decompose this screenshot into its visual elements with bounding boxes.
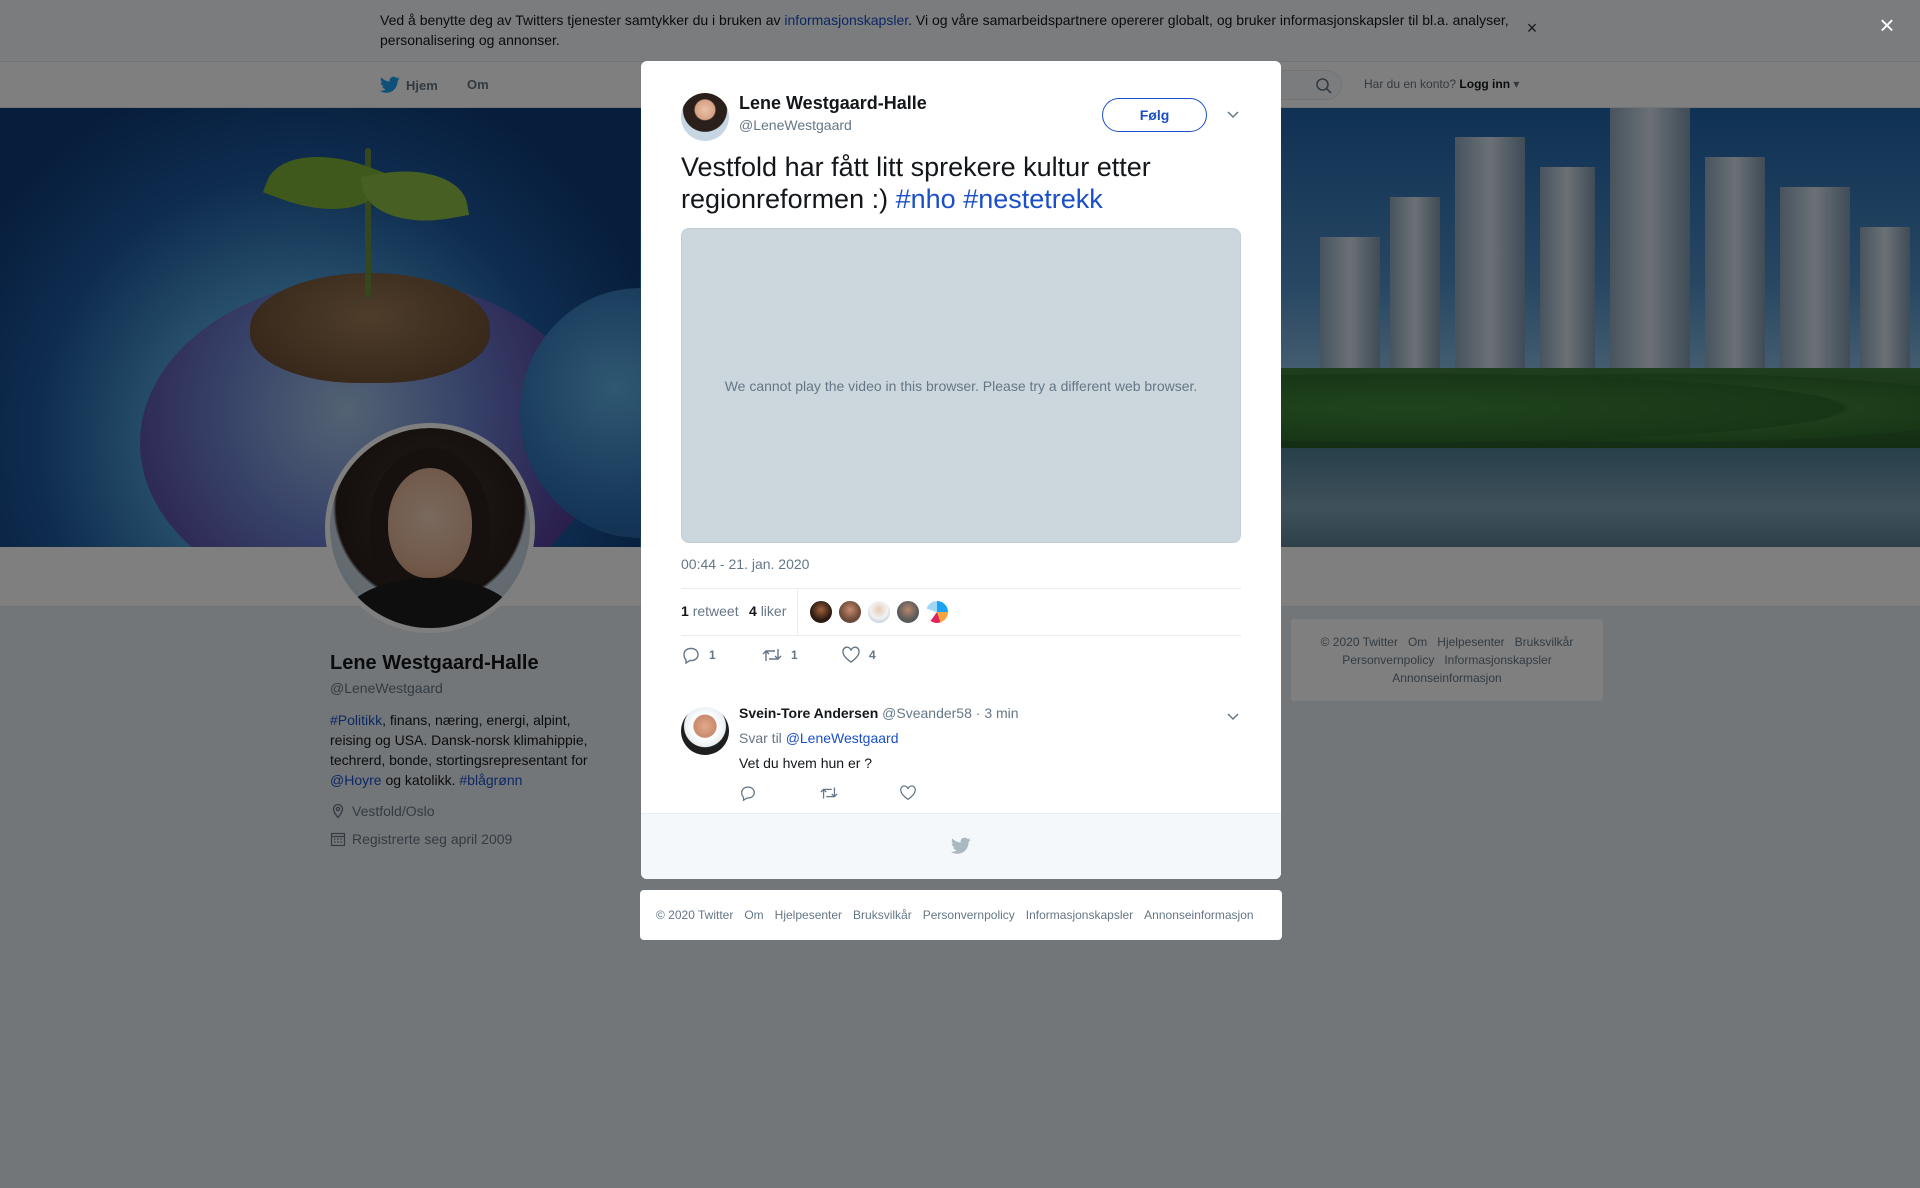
liker-avatar[interactable] <box>838 600 862 624</box>
liker-avatar[interactable] <box>896 600 920 624</box>
reply-author-avatar[interactable] <box>681 707 729 755</box>
like-button[interactable]: 4 <box>841 646 876 664</box>
twitter-bird-icon <box>951 837 971 854</box>
footer-link-ads[interactable]: Annonseinformasjon <box>1144 908 1253 922</box>
likes-stat-label: liker <box>760 603 787 619</box>
reply-to: Svar til @LeneWestgaard <box>739 730 899 746</box>
hashtag-link[interactable]: #nho <box>896 184 956 214</box>
likes-stat-count: 4 <box>749 603 757 619</box>
footer-link-help[interactable]: Hjelpesenter <box>775 908 842 922</box>
liker-avatar[interactable] <box>925 600 949 624</box>
footer-link-about[interactable]: Om <box>744 908 763 922</box>
footer-link-cookies[interactable]: Informasjonskapsler <box>1026 908 1133 922</box>
footer-link-privacy[interactable]: Personvernpolicy <box>923 908 1015 922</box>
tweet-author-handle[interactable]: @LeneWestgaard <box>739 117 852 133</box>
retweet-icon[interactable] <box>819 784 839 802</box>
reply-button[interactable]: 1 <box>681 646 716 664</box>
reply-author-name[interactable]: Svein-Tore Andersen <box>739 705 878 721</box>
retweets-stat[interactable]: 1 retweet <box>681 603 739 619</box>
modal-bottom-bar <box>641 813 1281 879</box>
likes-stat[interactable]: 4 liker <box>749 603 786 619</box>
retweet-button[interactable]: 1 <box>761 646 798 664</box>
reply-author-handle[interactable]: @Sveander58 <box>882 705 972 721</box>
tweet-author-name[interactable]: Lene Westgaard-Halle <box>739 93 927 114</box>
reply-tweet[interactable]: Svein-Tore Andersen @Sveander58 · 3 min … <box>641 693 1281 813</box>
video-player[interactable]: We cannot play the video in this browser… <box>681 228 1241 543</box>
reply-icon[interactable] <box>739 784 757 802</box>
heart-icon[interactable] <box>899 784 917 802</box>
video-error-message: We cannot play the video in this browser… <box>724 377 1198 394</box>
footer-link-terms[interactable]: Bruksvilkår <box>853 908 912 922</box>
like-count: 4 <box>869 648 876 662</box>
reply-icon <box>683 647 699 664</box>
reply-to-link[interactable]: @LeneWestgaard <box>786 730 899 746</box>
chevron-down-icon[interactable] <box>1224 707 1242 725</box>
retweet-count: 1 <box>791 648 798 662</box>
tweet-text: Vestfold har fått litt sprekere kultur e… <box>681 151 1241 215</box>
tweet-actions: 1 1 4 <box>681 646 1241 670</box>
tweet-stats: 1 retweet 4 liker <box>681 588 1241 636</box>
retweet-icon <box>762 649 782 661</box>
close-icon[interactable]: × <box>1874 12 1900 38</box>
modal-overlay[interactable]: × Lene Westgaard-Halle @LeneWestgaard Fø… <box>0 0 1920 1188</box>
liker-avatar[interactable] <box>809 600 833 624</box>
stats-divider <box>797 589 798 635</box>
footer-copyright: © 2020 Twitter <box>656 908 734 922</box>
reply-header: Svein-Tore Andersen @Sveander58 · 3 min <box>739 705 1019 721</box>
heart-icon <box>842 646 860 663</box>
tweet-timestamp[interactable]: 00:44 - 21. jan. 2020 <box>681 556 809 572</box>
reply-text: Vet du hvem hun er ? <box>739 755 873 771</box>
reply-time[interactable]: · 3 min <box>976 705 1019 721</box>
chevron-down-icon[interactable] <box>1224 105 1242 123</box>
hashtag-link[interactable]: #nestetrekk <box>963 184 1103 214</box>
modal-footer: © 2020 Twitter Om Hjelpesenter Bruksvilk… <box>640 890 1282 940</box>
tweet-author-avatar[interactable] <box>681 93 729 141</box>
tweet-modal: Lene Westgaard-Halle @LeneWestgaard Følg… <box>641 61 1281 879</box>
retweets-stat-count: 1 <box>681 603 689 619</box>
liker-avatar[interactable] <box>867 600 891 624</box>
follow-button[interactable]: Følg <box>1102 98 1207 132</box>
reply-to-label: Svar til <box>739 730 782 746</box>
retweets-stat-label: retweet <box>692 603 739 619</box>
reply-count: 1 <box>709 648 716 662</box>
